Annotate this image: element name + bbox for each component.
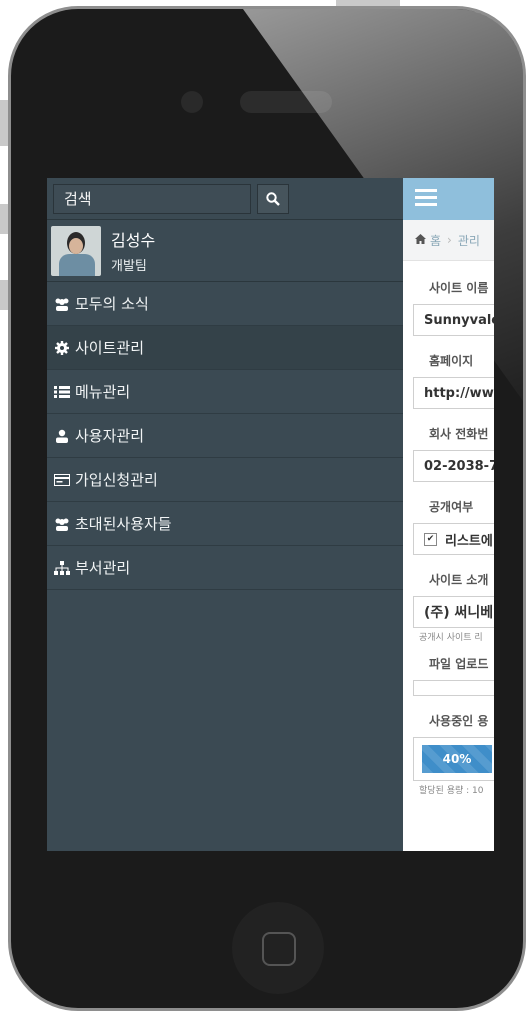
main-content: 홈 › 관리 사이트 이름 Sunnyvale 홈페이지 http://www … (403, 178, 494, 851)
usage-hint: 할당된 용량 : 10 (419, 786, 484, 796)
sidebar-item-invited[interactable]: 초대된사용자들 (47, 502, 403, 546)
sidebar-item-news[interactable]: 모두의 소식 (47, 282, 403, 326)
homepage-label: 홈페이지 (429, 354, 474, 368)
public-checkbox-row[interactable]: ✔ 리스트에 (413, 523, 494, 555)
sidebar-item-label: 초대된사용자들 (75, 515, 172, 533)
hamburger-menu-icon[interactable] (415, 188, 437, 210)
user-icon (53, 429, 71, 443)
upload-field[interactable] (413, 680, 494, 696)
list-icon (53, 385, 71, 399)
profile-name: 김성수 (111, 231, 156, 250)
avatar (51, 225, 101, 276)
users-icon (53, 517, 71, 531)
homepage-field[interactable]: http://www (413, 377, 494, 409)
search-bar: 검색 (47, 178, 403, 220)
sidebar-item-label: 모두의 소식 (75, 295, 149, 313)
sidebar-item-menu[interactable]: 메뉴관리 (47, 370, 403, 414)
users-icon (53, 297, 71, 311)
profile[interactable]: 김성수 개발팀 (47, 220, 403, 282)
sidebar-item-site[interactable]: 사이트관리 (47, 326, 403, 370)
home-icon[interactable] (415, 233, 426, 247)
sidebar-item-label: 사용자관리 (75, 427, 145, 445)
phone-label: 회사 전화번 (429, 427, 489, 441)
volume-up-button[interactable] (0, 204, 8, 234)
speaker (240, 91, 332, 113)
search-input[interactable]: 검색 (53, 183, 251, 214)
settings-form: 사이트 이름 Sunnyvale 홈페이지 http://www 회사 전화번 … (403, 261, 494, 796)
volume-down-button[interactable] (0, 280, 8, 310)
mute-switch[interactable] (0, 100, 8, 146)
sidebar-item-departments[interactable]: 부서관리 (47, 546, 403, 590)
sidebar: 검색 김성수 개발팀 모두의 소식 사이트관리 메뉴관리 사용자관리 가입신청관… (47, 178, 403, 851)
public-label: 공개여부 (429, 500, 474, 514)
card-icon (53, 473, 71, 487)
intro-hint: 공개시 사이트 리 (419, 633, 483, 643)
intro-field[interactable]: (주) 써니베 (413, 596, 494, 628)
upload-label: 파일 업로드 (429, 657, 489, 671)
breadcrumb-home[interactable]: 홈 (430, 232, 441, 249)
breadcrumb-separator: › (447, 233, 452, 247)
intro-label: 사이트 소개 (429, 573, 489, 587)
sidebar-item-signup[interactable]: 가입신청관리 (47, 458, 403, 502)
site-name-label: 사이트 이름 (429, 281, 489, 295)
site-name-field[interactable]: Sunnyvale (413, 304, 494, 336)
search-icon (266, 191, 280, 206)
sidebar-item-users[interactable]: 사용자관리 (47, 414, 403, 458)
sidebar-item-label: 사이트관리 (75, 339, 145, 357)
phone-field[interactable]: 02-2038-77 (413, 450, 494, 482)
sitemap-icon (53, 560, 71, 575)
top-bar (403, 178, 494, 220)
sidebar-item-label: 부서관리 (75, 559, 131, 577)
sidebar-item-label: 가입신청관리 (75, 471, 158, 489)
power-button[interactable] (336, 0, 400, 6)
search-button[interactable] (257, 183, 289, 214)
screen: 검색 김성수 개발팀 모두의 소식 사이트관리 메뉴관리 사용자관리 가입신청관… (47, 178, 494, 851)
usage-label: 사용중인 용 (429, 714, 489, 728)
usage-progress-text: 40% (442, 752, 472, 766)
camera (181, 91, 203, 113)
breadcrumb-current[interactable]: 관리 (458, 232, 480, 249)
sidebar-item-label: 메뉴관리 (75, 383, 131, 401)
usage-box: 40% (413, 737, 494, 781)
breadcrumb: 홈 › 관리 (403, 220, 494, 261)
profile-team: 개발팀 (111, 259, 147, 274)
usage-progress-bar: 40% (422, 745, 492, 773)
public-checkbox-label: 리스트에 (445, 533, 493, 549)
home-button[interactable] (232, 902, 324, 994)
gear-icon (53, 340, 71, 355)
checkbox[interactable]: ✔ (424, 532, 437, 546)
